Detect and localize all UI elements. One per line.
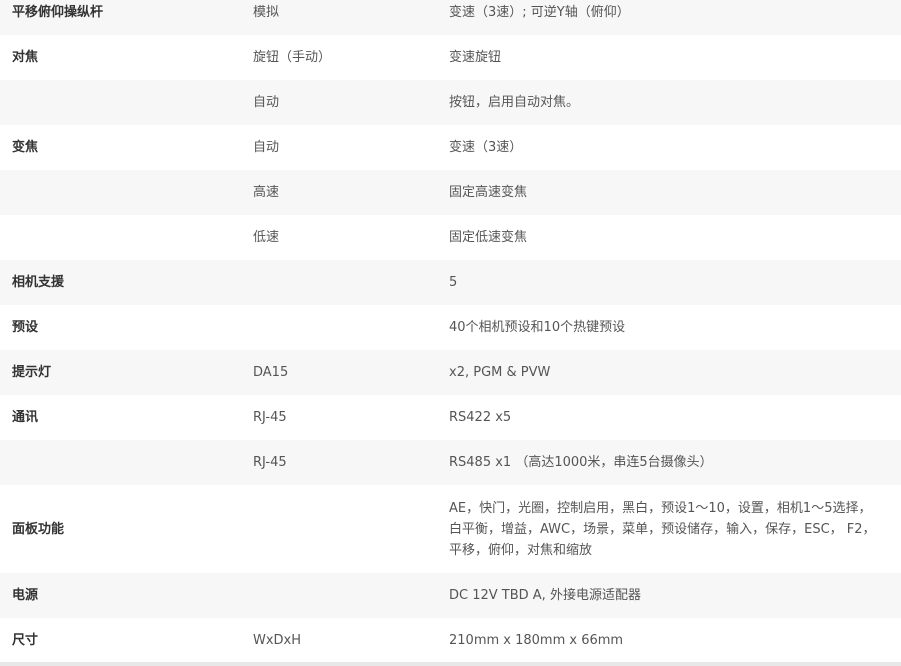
- table-row: 相机支援 5: [0, 260, 901, 305]
- table-row: 电源 DC 12V TBD A, 外接电源适配器: [0, 573, 901, 618]
- feature-cell: [0, 215, 242, 260]
- table-row: RJ-45 RS485 x1 （高达1000米，串连5台摄像头）: [0, 440, 901, 485]
- type-cell: 自动: [242, 125, 438, 170]
- type-cell: 模拟: [242, 0, 438, 35]
- table-row: 自动 按钮，启用自动对焦。: [0, 80, 901, 125]
- feature-cell: [0, 440, 242, 485]
- type-cell: [242, 573, 438, 618]
- type-cell: [242, 485, 438, 573]
- feature-cell: 面板功能: [0, 485, 242, 573]
- feature-cell: 预设: [0, 305, 242, 350]
- type-cell: 低速: [242, 215, 438, 260]
- type-cell: 自动: [242, 80, 438, 125]
- description-cell: AE，快门，光圈，控制启用，黑白，预设1〜10，设置，相机1〜5选择，白平衡，增…: [438, 485, 901, 573]
- type-cell: 旋钮（手动）: [242, 35, 438, 80]
- table-row: 高速 固定高速变焦: [0, 170, 901, 215]
- description-cell: RS422 x5: [438, 395, 901, 440]
- type-cell: [242, 260, 438, 305]
- description-cell: 变速（3速）; 可逆Y轴（俯仰）: [438, 0, 901, 35]
- description-cell: 固定高速变焦: [438, 170, 901, 215]
- table-row: 尺寸 WxDxH 210mm x 180mm x 66mm: [0, 618, 901, 663]
- type-cell: DA15: [242, 350, 438, 395]
- table-row: 变焦 自动 变速（3速）: [0, 125, 901, 170]
- description-cell: 固定低速变焦: [438, 215, 901, 260]
- description-cell: 40个相机预设和10个热键预设: [438, 305, 901, 350]
- description-cell: 变速旋钮: [438, 35, 901, 80]
- feature-cell: 尺寸: [0, 618, 242, 663]
- description-cell: 变速（3速）: [438, 125, 901, 170]
- table-row: 通讯 RJ-45 RS422 x5: [0, 395, 901, 440]
- table-row: 低速 固定低速变焦: [0, 215, 901, 260]
- type-cell: WxDxH: [242, 618, 438, 663]
- feature-cell: 平移俯仰操纵杆: [0, 0, 242, 35]
- description-cell: 5: [438, 260, 901, 305]
- feature-cell: 提示灯: [0, 350, 242, 395]
- description-cell: RS485 x1 （高达1000米，串连5台摄像头）: [438, 440, 901, 485]
- table-row: 提示灯 DA15 x2, PGM & PVW: [0, 350, 901, 395]
- table-row: 预设 40个相机预设和10个热键预设: [0, 305, 901, 350]
- feature-cell: 相机支援: [0, 260, 242, 305]
- feature-cell: 通讯: [0, 395, 242, 440]
- spec-table: 平移俯仰操纵杆 模拟 变速（3速）; 可逆Y轴（俯仰） 对焦 旋钮（手动） 变速…: [0, 0, 901, 663]
- type-cell: [242, 305, 438, 350]
- type-cell: RJ-45: [242, 395, 438, 440]
- table-row: 平移俯仰操纵杆 模拟 变速（3速）; 可逆Y轴（俯仰）: [0, 0, 901, 35]
- table-bottom-divider: [0, 662, 901, 666]
- description-cell: DC 12V TBD A, 外接电源适配器: [438, 573, 901, 618]
- table-row: 面板功能 AE，快门，光圈，控制启用，黑白，预设1〜10，设置，相机1〜5选择，…: [0, 485, 901, 573]
- table-row: 对焦 旋钮（手动） 变速旋钮: [0, 35, 901, 80]
- feature-cell: 变焦: [0, 125, 242, 170]
- description-cell: 按钮，启用自动对焦。: [438, 80, 901, 125]
- feature-cell: 电源: [0, 573, 242, 618]
- feature-cell: [0, 170, 242, 215]
- description-cell: 210mm x 180mm x 66mm: [438, 618, 901, 663]
- feature-cell: 对焦: [0, 35, 242, 80]
- description-cell: x2, PGM & PVW: [438, 350, 901, 395]
- feature-cell: [0, 80, 242, 125]
- type-cell: 高速: [242, 170, 438, 215]
- type-cell: RJ-45: [242, 440, 438, 485]
